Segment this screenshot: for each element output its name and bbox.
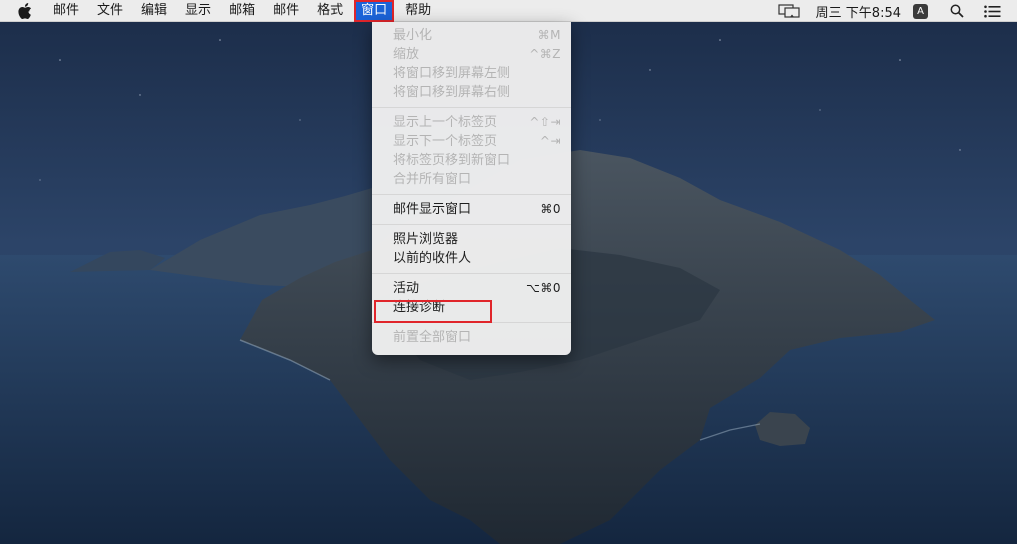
menu-item-move-window-right[interactable]: 将窗口移到屏幕右侧 <box>372 83 571 102</box>
menu-item-label: 活动 <box>393 281 420 296</box>
menu-item-activity[interactable]: 活动 ⌥⌘0 <box>372 279 571 298</box>
menu-item-message-viewer[interactable]: 邮件显示窗口 ⌘0 <box>372 200 571 219</box>
menu-item-label: 将窗口移到屏幕右侧 <box>393 85 511 100</box>
menu-item-move-window-left[interactable]: 将窗口移到屏幕左侧 <box>372 64 571 83</box>
menu-mail[interactable]: 邮件 <box>46 0 86 22</box>
menu-item-label: 缩放 <box>393 47 420 62</box>
menu-item-label: 前置全部窗口 <box>393 330 472 345</box>
menu-item-move-tab-to-new-window[interactable]: 将标签页移到新窗口 <box>372 151 571 170</box>
menu-item-label: 显示下一个标签页 <box>393 134 498 149</box>
input-source-indicator[interactable]: A <box>913 3 928 19</box>
menu-item-label: 将窗口移到屏幕左侧 <box>393 66 511 81</box>
menu-separator <box>372 107 571 108</box>
menu-window[interactable]: 窗口 <box>354 0 395 22</box>
menu-separator <box>372 224 571 225</box>
menu-item-connection-doctor[interactable]: 连接诊断 <box>372 298 571 317</box>
menu-item-label: 以前的收件人 <box>393 251 472 266</box>
menu-item-label: 显示上一个标签页 <box>393 115 498 130</box>
menu-item-shortcut: ^⌘Z <box>529 47 561 61</box>
spotlight-search-icon[interactable] <box>950 4 964 18</box>
menu-edit[interactable]: 编辑 <box>134 0 174 22</box>
menu-clock[interactable]: 周三 下午8:54 <box>816 2 901 21</box>
menu-view[interactable]: 显示 <box>178 0 218 22</box>
menu-item-minimize[interactable]: 最小化 ⌘M <box>372 26 571 45</box>
menu-separator <box>372 194 571 195</box>
airplay-display-icon[interactable] <box>778 4 800 18</box>
menu-bar: 邮件 文件 编辑 显示 邮箱 邮件 格式 窗口 帮助 周三 下午8:54 A <box>0 0 1017 22</box>
menu-item-shortcut: ⌘0 <box>540 202 561 216</box>
menu-item-label: 照片浏览器 <box>393 232 459 247</box>
menu-item-photo-browser[interactable]: 照片浏览器 <box>372 230 571 249</box>
menu-help[interactable]: 帮助 <box>398 0 438 22</box>
menu-item-previous-recipients[interactable]: 以前的收件人 <box>372 249 571 268</box>
menu-separator <box>372 273 571 274</box>
menu-item-label: 将标签页移到新窗口 <box>393 153 511 168</box>
status-area: 周三 下午8:54 A <box>778 0 1017 22</box>
menu-item-label: 最小化 <box>393 28 433 43</box>
notification-center-icon[interactable] <box>984 5 1001 18</box>
menu-item-shortcut: ^⇥ <box>539 134 561 148</box>
menu-separator <box>372 322 571 323</box>
menu-item-label: 合并所有窗口 <box>393 172 472 187</box>
menu-item-bring-all-to-front[interactable]: 前置全部窗口 <box>372 328 571 347</box>
menu-mailbox[interactable]: 邮箱 <box>222 0 262 22</box>
menu-item-merge-all-windows[interactable]: 合并所有窗口 <box>372 170 571 189</box>
menu-item-previous-tab[interactable]: 显示上一个标签页 ^⇧⇥ <box>372 113 571 132</box>
menu-item-shortcut: ⌘M <box>537 28 561 42</box>
apple-logo-icon[interactable] <box>18 2 32 19</box>
menu-item-shortcut: ^⇧⇥ <box>529 115 561 129</box>
menu-message[interactable]: 邮件 <box>266 0 306 22</box>
menu-item-shortcut: ⌥⌘0 <box>526 281 561 295</box>
menu-item-next-tab[interactable]: 显示下一个标签页 ^⇥ <box>372 132 571 151</box>
menu-item-zoom[interactable]: 缩放 ^⌘Z <box>372 45 571 64</box>
window-menu-dropdown: 最小化 ⌘M 缩放 ^⌘Z 将窗口移到屏幕左侧 将窗口移到屏幕右侧 显示上一个标… <box>372 22 571 355</box>
menu-file[interactable]: 文件 <box>90 0 130 22</box>
menu-item-label: 邮件显示窗口 <box>393 202 472 217</box>
menu-item-label: 连接诊断 <box>393 300 446 315</box>
menu-format[interactable]: 格式 <box>310 0 350 22</box>
